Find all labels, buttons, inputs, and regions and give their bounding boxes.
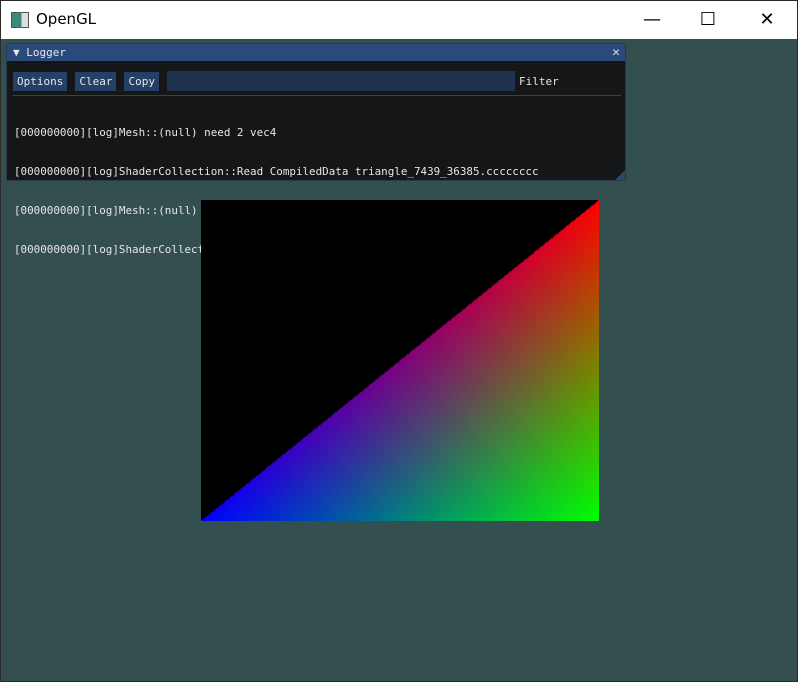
window-title: OpenGL — [36, 10, 97, 28]
app-icon — [11, 12, 29, 28]
maximize-button[interactable]: ☐ — [685, 1, 731, 38]
logger-header[interactable]: ▼ Logger ✕ — [7, 44, 625, 61]
resize-grip[interactable] — [615, 170, 625, 180]
clear-button[interactable]: Clear — [75, 71, 117, 91]
logger-close-icon[interactable]: ✕ — [612, 44, 620, 61]
title-bar: OpenGL — ☐ ✕ — [1, 1, 797, 38]
separator — [13, 95, 621, 96]
copy-button[interactable]: Copy — [124, 71, 159, 91]
log-line: [000000000][log]ShaderCollection::Read C… — [14, 165, 539, 178]
options-button[interactable]: Options — [13, 71, 68, 91]
filter-input[interactable] — [166, 71, 515, 91]
logger-panel: ▼ Logger ✕ Options Clear Copy Filter [000… — [6, 43, 626, 256]
minimize-button[interactable]: — — [629, 1, 675, 38]
close-button[interactable]: ✕ — [744, 1, 790, 38]
render-area: ▼ Logger ✕ Options Clear Copy Filter [000… — [1, 39, 797, 681]
triangle-viewport — [201, 200, 599, 521]
filter-label: Filter — [518, 74, 559, 88]
log-line: [000000000][log]Mesh::(null) need 2 vec4 — [14, 126, 277, 139]
logger-title[interactable]: ▼ Logger — [13, 46, 66, 59]
opengl-window: OpenGL — ☐ ✕ ▼ Logger ✕ Options Clear Cop… — [0, 0, 798, 682]
